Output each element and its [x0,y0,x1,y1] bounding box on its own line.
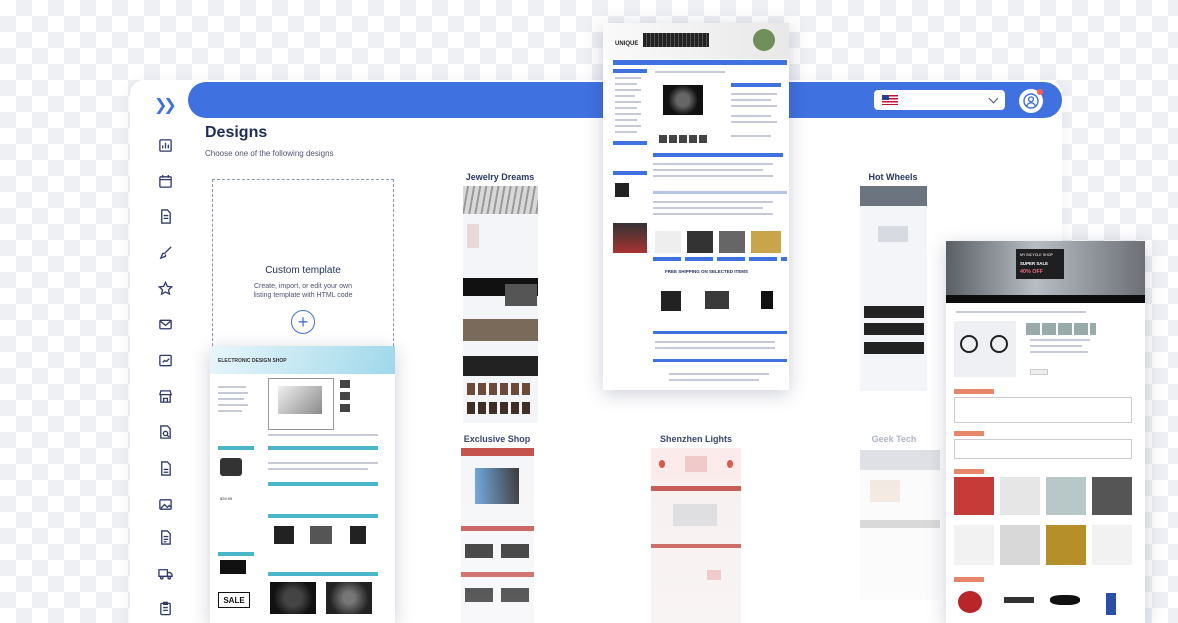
language-select[interactable] [874,90,1005,110]
mail-icon[interactable] [155,314,175,334]
page-subtitle: Choose one of the following designs [205,149,334,158]
file-text-icon[interactable] [155,527,175,547]
add-template-icon[interactable]: + [291,309,315,334]
chart-icon[interactable] [155,135,175,155]
custom-template-card[interactable]: Custom template Create, import, or edit … [212,179,394,361]
template-thumb-hot-wheels[interactable] [860,186,927,391]
us-flag-icon [882,95,898,105]
document-icon[interactable] [155,206,175,226]
file-icon[interactable] [155,458,175,478]
custom-template-description: Create, import, or edit your own listing… [253,282,353,299]
template-thumb-exclusive-shop[interactable] [461,448,534,623]
bicycle-line1: MY BICYCLE SHOP [1020,253,1053,257]
custom-template-title: Custom template [265,264,341,276]
bicycle-line3: 40% OFF [1020,269,1044,275]
template-thumb-shenzhen-lights[interactable] [651,448,741,623]
user-avatar[interactable] [1019,89,1043,113]
template-thumb-jewelry-dreams[interactable] [463,186,538,423]
calendar-icon[interactable] [155,171,175,191]
image-icon[interactable] [155,494,175,514]
page-title: Designs [205,124,268,141]
template-title-jewelry-dreams: Jewelry Dreams [465,172,535,182]
template-title-exclusive-shop: Exclusive Shop [463,434,531,444]
electronic-shop-price: $39.99 [220,496,233,501]
template-title-hot-wheels: Hot Wheels [868,172,918,182]
preview-electronic-design-shop[interactable]: ELECTRONIC DESIGN SHOP $39.99 SALE [210,346,395,623]
unique-free-shipping-banner: FREE SHIPPING ON SELECTED ITEMS [665,269,749,274]
search-doc-icon[interactable] [155,422,175,442]
user-icon [1023,93,1039,109]
unique-logo: UNIQUE [615,41,639,47]
preview-bicycle-shop[interactable]: MY BICYCLE SHOP SUPER SALE 40% OFF [946,241,1145,623]
bicycle-line2: SUPER SALE [1020,261,1049,266]
report-icon[interactable] [155,350,175,370]
sale-badge: SALE [223,595,245,605]
brush-icon[interactable] [155,242,175,262]
store-icon[interactable] [155,386,175,406]
notification-dot [1037,89,1043,95]
truck-icon[interactable] [155,563,175,583]
star-icon[interactable] [155,278,175,298]
chevron-down-icon [988,93,999,104]
template-thumb-geek-tech[interactable] [860,450,940,600]
electronic-shop-header: ELECTRONIC DESIGN SHOP [218,358,287,364]
collapse-icon[interactable]: ❯❯ [154,95,177,115]
template-title-shenzhen-lights: Shenzhen Lights [660,434,732,444]
clipboard-icon[interactable] [155,598,175,618]
preview-unique-shop[interactable]: UNIQUE FREE SHIPPING ON SELECTED ITEMS [603,23,789,390]
